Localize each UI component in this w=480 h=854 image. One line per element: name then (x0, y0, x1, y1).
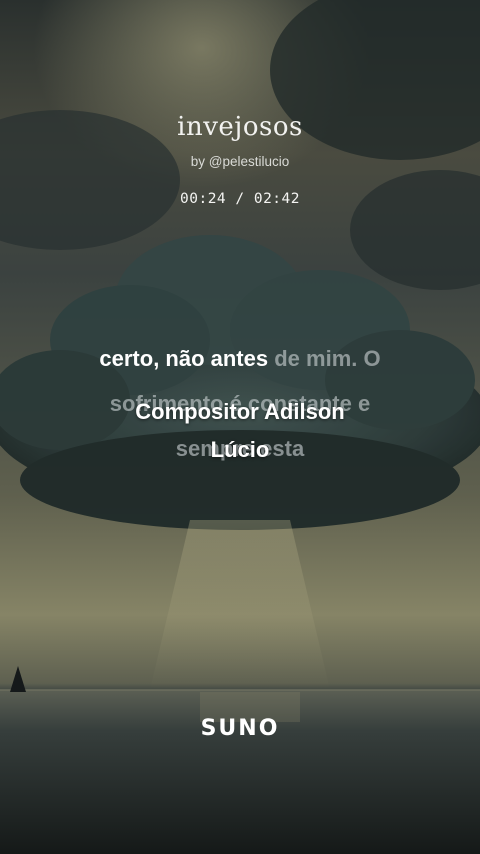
suno-logo: SUNO (200, 716, 280, 741)
playback-time: 00:24 / 02:42 (180, 191, 300, 207)
composer-caption: Compositor Adilson Lúcio (40, 393, 440, 469)
composer-caption-line-2: Lúcio (210, 437, 270, 462)
artist-byline[interactable]: by @pelestilucio (0, 154, 480, 169)
lyrics-unsung-text: de mim. O (274, 346, 381, 371)
lyrics-line-1: certo, não antes de mim. O (40, 336, 440, 381)
song-title: invejosos (177, 112, 303, 142)
composer-caption-line-1: Compositor Adilson (135, 399, 345, 424)
lyrics-sung-text: certo, não antes (99, 346, 275, 371)
video-player[interactable]: invejosos by @pelestilucio 00:24 / 02:42… (0, 0, 480, 854)
